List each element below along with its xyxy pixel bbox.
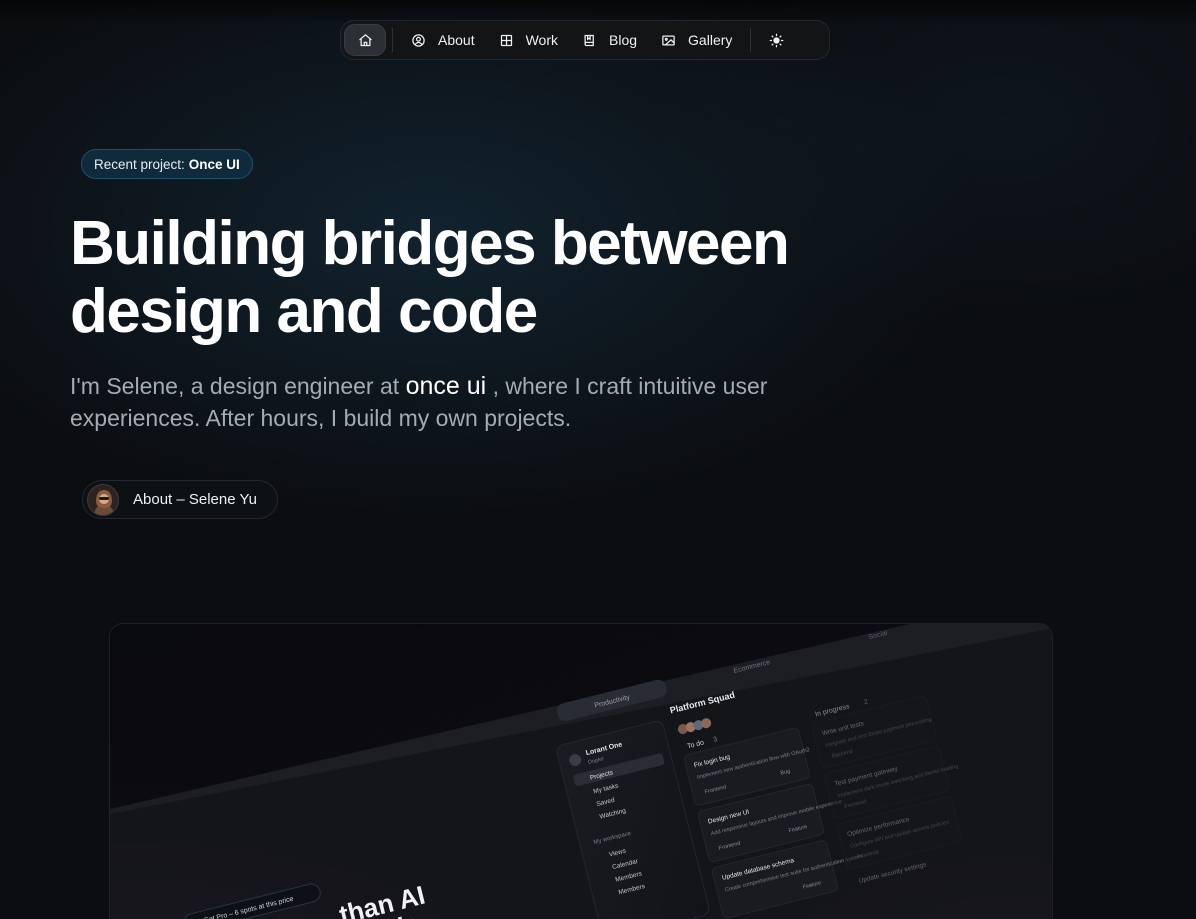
page-title: Building bridges between design and code xyxy=(70,210,850,346)
subtitle-before: I'm Selene, a design engineer at xyxy=(70,373,400,399)
nav-item-label: Blog xyxy=(609,32,638,48)
nav-item-label: Work xyxy=(525,32,559,48)
nav-item-blog[interactable]: Blog xyxy=(570,24,649,56)
badge-project-name: Once UI xyxy=(188,156,240,172)
nav-item-label: About xyxy=(438,32,475,48)
hero-subtitle: I'm Selene, a design engineer at once ui… xyxy=(70,370,790,434)
recent-project-badge[interactable]: Recent project: Once UI xyxy=(81,149,253,179)
avatar xyxy=(87,483,119,516)
badge-prefix: Recent project: xyxy=(94,156,185,172)
nav-divider xyxy=(750,28,752,52)
home-icon xyxy=(358,33,372,46)
about-button-label: About – Selene Yu xyxy=(133,491,257,508)
image-icon xyxy=(662,35,675,45)
project-showcase[interactable]: Productivity Ecommerce Social Lorant One… xyxy=(109,623,1053,919)
app-mockup: Productivity Ecommerce Social Lorant One… xyxy=(110,624,1052,919)
nav-divider xyxy=(392,28,393,52)
brand-link[interactable]: once ui xyxy=(406,372,487,400)
book-icon xyxy=(584,34,594,46)
user-circle-icon xyxy=(412,33,425,47)
nav-item-work[interactable]: Work xyxy=(487,24,570,56)
sun-icon xyxy=(769,33,784,47)
title-line-2: design and code xyxy=(70,277,538,346)
about-button[interactable]: About – Selene Yu xyxy=(82,480,278,519)
nav-item-label: Gallery xyxy=(688,32,733,48)
nav-item-gallery[interactable]: Gallery xyxy=(649,24,744,56)
theme-toggle-button[interactable] xyxy=(757,24,795,56)
title-line-1: Building bridges between xyxy=(70,209,790,278)
nav-home-button[interactable] xyxy=(344,24,386,56)
nav-item-about[interactable]: About xyxy=(399,24,487,56)
grid-icon xyxy=(500,34,512,46)
top-nav: About Work Blog Gallery xyxy=(340,20,830,60)
